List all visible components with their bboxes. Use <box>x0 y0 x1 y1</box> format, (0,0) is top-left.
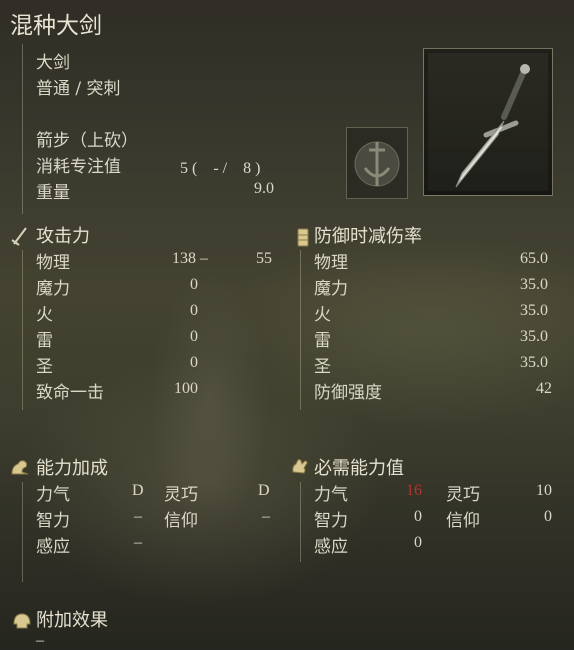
requirements-header: 必需能力值 <box>314 458 404 479</box>
helmet-icon <box>13 613 31 629</box>
greatsword-image <box>455 64 530 188</box>
guard-label-physical: 物理 <box>314 253 348 273</box>
guard-value-boost: 42 <box>536 380 552 397</box>
divider-line <box>22 44 23 214</box>
divider-line <box>22 482 23 582</box>
scaling-value-dex: D <box>258 482 270 499</box>
attack-label-lightning: 雷 <box>36 331 53 351</box>
arm-icon <box>11 460 29 475</box>
passive-value: – <box>36 632 44 649</box>
req-value-arc: 0 <box>414 534 422 551</box>
skill-icon-frame <box>346 127 408 199</box>
attack-value-physical: 138 – <box>172 250 208 267</box>
req-label-arc: 感应 <box>314 537 348 557</box>
divider-line <box>300 482 301 562</box>
divider-line <box>300 250 301 410</box>
skill-name: 箭步（上砍） <box>36 131 138 151</box>
guard-value-physical: 65.0 <box>520 250 548 267</box>
scaling-label-arc: 感应 <box>36 537 70 557</box>
guard-label-fire: 火 <box>314 305 331 325</box>
scaling-label-int: 智力 <box>36 511 70 531</box>
req-label-int: 智力 <box>314 511 348 531</box>
req-label-str: 力气 <box>314 485 348 505</box>
scaling-label-dex: 灵巧 <box>164 485 198 505</box>
guard-value-holy: 35.0 <box>520 354 548 371</box>
guard-header: 防御时减伤率 <box>314 226 422 247</box>
weapon-image-frame <box>423 48 553 196</box>
req-label-dex: 灵巧 <box>446 485 480 505</box>
scaling-value-fai: – <box>262 508 270 525</box>
req-value-dex: 10 <box>536 482 552 499</box>
attack-label-magic: 魔力 <box>36 279 70 299</box>
attack-label-critical: 致命一击 <box>36 383 104 403</box>
guard-value-magic: 35.0 <box>520 276 548 293</box>
req-value-int: 0 <box>414 508 422 525</box>
guard-label-boost: 防御强度 <box>314 383 382 403</box>
sword-icon <box>11 227 27 246</box>
scaling-value-str: D <box>132 482 144 499</box>
ash-of-war-icon <box>354 141 400 187</box>
scaling-label-fai: 信仰 <box>164 511 198 531</box>
passive-header: 附加效果 <box>36 610 108 631</box>
attack-value-critical: 100 <box>174 380 198 397</box>
req-label-fai: 信仰 <box>446 511 480 531</box>
scaling-value-arc: – <box>134 534 142 551</box>
guard-label-holy: 圣 <box>314 357 331 377</box>
req-value-fai: 0 <box>544 508 552 525</box>
hand-icon <box>292 459 308 474</box>
shield-icon <box>297 228 309 247</box>
req-value-str: 16 <box>406 482 422 499</box>
scaling-value-int: – <box>134 508 142 525</box>
weight-label: 重量 <box>36 183 70 203</box>
attack-value-fire: 0 <box>190 302 198 319</box>
fp-cost-value: 5 ( - / 8 ) <box>180 160 261 177</box>
scaling-label-str: 力气 <box>36 485 70 505</box>
guard-label-magic: 魔力 <box>314 279 348 299</box>
attack-value-physical-bonus: 55 <box>256 250 272 267</box>
weight-value: 9.0 <box>254 180 274 197</box>
attack-value-lightning: 0 <box>190 328 198 345</box>
guard-value-lightning: 35.0 <box>520 328 548 345</box>
divider-line <box>22 250 23 410</box>
damage-type: 普通 / 突刺 <box>36 79 121 99</box>
attack-value-holy: 0 <box>190 354 198 371</box>
item-name: 混种大剑 <box>10 13 102 39</box>
attack-label-physical: 物理 <box>36 253 70 273</box>
attack-header: 攻击力 <box>36 226 90 247</box>
guard-label-lightning: 雷 <box>314 331 331 351</box>
attack-label-fire: 火 <box>36 305 53 325</box>
scaling-header: 能力加成 <box>36 458 108 479</box>
guard-value-fire: 35.0 <box>520 302 548 319</box>
fp-cost-label: 消耗专注值 <box>36 157 121 177</box>
attack-label-holy: 圣 <box>36 357 53 377</box>
weapon-type: 大剑 <box>36 53 70 73</box>
attack-value-magic: 0 <box>190 276 198 293</box>
